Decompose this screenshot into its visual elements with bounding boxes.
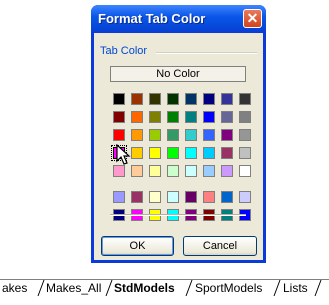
color-swatch[interactable]	[167, 191, 179, 203]
color-swatch[interactable]	[185, 129, 197, 141]
color-swatch[interactable]	[203, 165, 215, 177]
color-swatch[interactable]	[221, 129, 233, 141]
color-swatch[interactable]	[113, 191, 125, 203]
arrow-cursor-icon	[116, 144, 131, 165]
color-swatch[interactable]	[203, 129, 215, 141]
color-swatch[interactable]	[221, 191, 233, 203]
color-swatch[interactable]	[113, 111, 125, 123]
color-swatch[interactable]	[221, 93, 233, 105]
color-swatch[interactable]	[149, 147, 161, 159]
color-swatch[interactable]	[203, 93, 215, 105]
tab-divider	[314, 279, 322, 297]
color-swatch[interactable]	[185, 191, 197, 203]
color-swatch[interactable]	[167, 129, 179, 141]
color-swatch[interactable]	[239, 93, 251, 105]
color-swatch[interactable]	[149, 111, 161, 123]
color-swatch[interactable]	[167, 165, 179, 177]
sheet-tab[interactable]: StdModels	[114, 279, 175, 297]
sheet-tab[interactable]: Lists	[283, 279, 308, 297]
close-icon: ✕	[246, 10, 259, 26]
tab-color-group-label: Tab Color	[100, 45, 148, 57]
dialog-titlebar[interactable]: Format Tab Color ✕	[91, 5, 266, 33]
color-swatch[interactable]	[149, 93, 161, 105]
tab-divider	[37, 279, 45, 297]
color-swatch[interactable]	[149, 191, 161, 203]
sheet-tab-bar: akes Makes_All StdModels SportModels Lists	[0, 279, 329, 305]
color-swatch[interactable]	[221, 147, 233, 159]
close-button[interactable]: ✕	[243, 9, 262, 28]
color-swatch[interactable]	[167, 93, 179, 105]
color-swatch[interactable]	[185, 165, 197, 177]
ok-button[interactable]: OK	[101, 236, 174, 256]
cancel-button[interactable]: Cancel	[183, 236, 257, 256]
color-swatch[interactable]	[131, 111, 143, 123]
color-swatch[interactable]	[239, 165, 251, 177]
color-swatch[interactable]	[203, 147, 215, 159]
color-swatch[interactable]	[149, 129, 161, 141]
color-swatch[interactable]	[149, 165, 161, 177]
color-swatch[interactable]	[239, 191, 251, 203]
format-tab-color-dialog: Format Tab Color ✕ Tab Color No Color OK…	[91, 5, 266, 263]
color-swatch[interactable]	[203, 111, 215, 123]
sheet-tab[interactable]: Makes_All	[46, 279, 101, 297]
color-swatch[interactable]	[221, 165, 233, 177]
color-swatch[interactable]	[131, 165, 143, 177]
color-swatch[interactable]	[167, 147, 179, 159]
palette-separator	[110, 214, 246, 216]
color-swatch[interactable]	[239, 111, 251, 123]
dialog-title: Format Tab Color	[98, 11, 206, 26]
sheet-tab[interactable]: SportModels	[195, 279, 262, 297]
tab-divider	[273, 279, 281, 297]
color-swatch[interactable]	[131, 147, 143, 159]
color-swatch[interactable]	[113, 93, 125, 105]
color-swatch[interactable]	[131, 93, 143, 105]
color-swatch[interactable]	[221, 111, 233, 123]
color-swatch[interactable]	[185, 111, 197, 123]
color-swatch[interactable]	[239, 147, 251, 159]
color-swatch[interactable]	[239, 129, 251, 141]
color-swatch[interactable]	[203, 191, 215, 203]
color-swatch[interactable]	[131, 191, 143, 203]
color-swatch[interactable]	[185, 93, 197, 105]
color-swatch[interactable]	[185, 147, 197, 159]
color-swatch[interactable]	[167, 111, 179, 123]
sheet-tab[interactable]: akes	[2, 279, 27, 297]
color-swatch[interactable]	[113, 165, 125, 177]
no-color-button[interactable]: No Color	[110, 66, 246, 82]
color-swatch[interactable]	[131, 129, 143, 141]
group-divider	[156, 52, 257, 54]
color-swatch[interactable]	[113, 129, 125, 141]
tab-divider	[185, 279, 193, 297]
tab-divider	[105, 279, 113, 297]
